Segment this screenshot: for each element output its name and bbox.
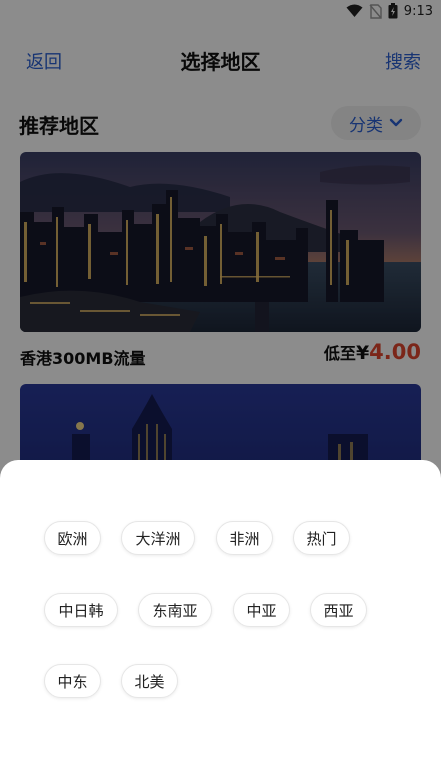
chip-west-asia[interactable]: 西亚: [310, 593, 367, 627]
chip-china-japan-korea[interactable]: 中日韩: [44, 593, 118, 627]
region-category-sheet: 欧洲 大洋洲 非洲 热门 中日韩 东南亚 中亚 西亚 中东 北美: [0, 460, 441, 784]
chip-middle-east[interactable]: 中东: [44, 664, 101, 698]
chip-africa[interactable]: 非洲: [216, 521, 273, 555]
chip-north-america[interactable]: 北美: [121, 664, 178, 698]
chip-europe[interactable]: 欧洲: [44, 521, 101, 555]
chip-popular[interactable]: 热门: [293, 521, 350, 555]
chip-southeast-asia[interactable]: 东南亚: [138, 593, 212, 627]
page: 9:13 返回 选择地区 搜索 推荐地区 分类 香港300MB流量 低至 ¥ 4…: [0, 0, 441, 784]
chip-oceania[interactable]: 大洋洲: [121, 521, 195, 555]
chip-central-asia[interactable]: 中亚: [233, 593, 290, 627]
